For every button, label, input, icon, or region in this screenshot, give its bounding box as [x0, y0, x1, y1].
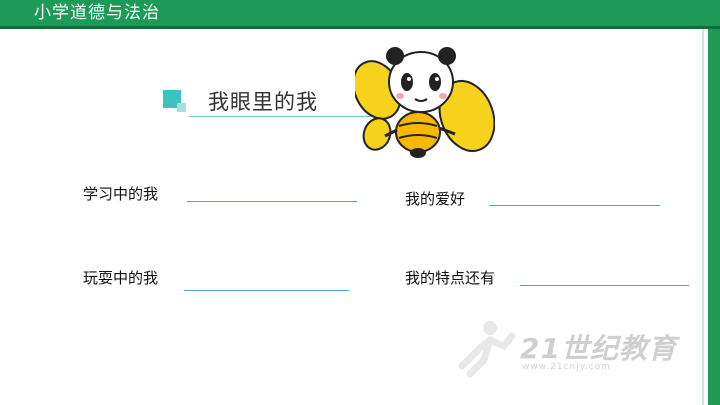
right-edge-stripe: [702, 29, 704, 405]
prompt-label-traits: 我的特点还有: [405, 269, 496, 287]
bee-mascot-icon: [355, 47, 495, 158]
prompt-label-play: 玩耍中的我: [83, 269, 159, 287]
answer-line-study: [187, 201, 357, 202]
title-small-square-icon: [177, 103, 186, 112]
answer-line-hobby: [489, 205, 660, 206]
title-underline: [189, 116, 377, 117]
header-title: 小学道德与法治: [34, 3, 160, 23]
answer-line-traits: [520, 285, 689, 286]
watermark-logo-text: 21世纪教育: [520, 332, 677, 365]
prompt-label-hobby: 我的爱好: [405, 190, 466, 208]
watermark-url-text: www.21cnjy.com: [522, 362, 611, 372]
section-title: 我眼里的我: [208, 90, 318, 114]
header-bar: 小学道德与法治: [0, 0, 720, 29]
right-edge-bar: [708, 29, 720, 405]
answer-line-play: [184, 290, 349, 291]
prompt-label-study: 学习中的我: [83, 185, 159, 203]
